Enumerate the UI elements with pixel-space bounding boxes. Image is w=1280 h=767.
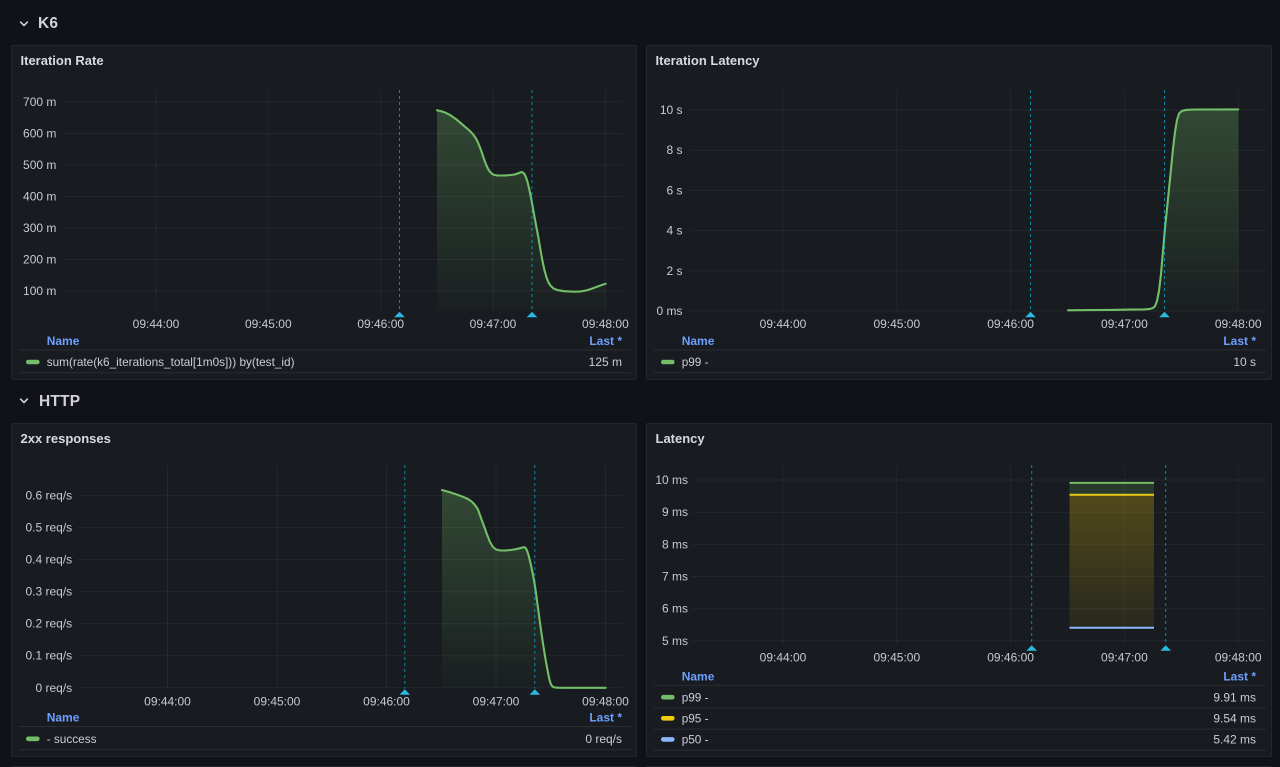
svg-text:09:44:00: 09:44:00 <box>760 651 807 665</box>
svg-text:- success: - success <box>47 732 97 746</box>
svg-text:Name: Name <box>47 711 80 725</box>
svg-text:Latency: Latency <box>656 431 706 446</box>
svg-text:300 m: 300 m <box>23 221 56 235</box>
svg-text:200 m: 200 m <box>23 253 56 267</box>
svg-text:p99 -: p99 - <box>682 690 709 704</box>
svg-text:Iteration Rate: Iteration Rate <box>21 53 104 68</box>
svg-text:09:44:00: 09:44:00 <box>760 317 807 331</box>
svg-text:8 ms: 8 ms <box>662 537 688 551</box>
svg-text:09:44:00: 09:44:00 <box>144 695 191 709</box>
svg-text:125 m: 125 m <box>589 355 622 369</box>
svg-text:09:47:00: 09:47:00 <box>473 695 520 709</box>
svg-text:09:48:00: 09:48:00 <box>582 695 629 709</box>
svg-text:09:48:00: 09:48:00 <box>1215 651 1262 665</box>
svg-text:0.6 req/s: 0.6 req/s <box>25 488 72 502</box>
svg-text:09:47:00: 09:47:00 <box>1101 651 1148 665</box>
svg-text:0 req/s: 0 req/s <box>36 681 73 695</box>
svg-text:Iteration Latency: Iteration Latency <box>656 53 761 68</box>
svg-text:09:46:00: 09:46:00 <box>987 651 1034 665</box>
svg-text:09:45:00: 09:45:00 <box>254 695 301 709</box>
svg-text:p95 -: p95 - <box>682 712 709 726</box>
svg-text:09:44:00: 09:44:00 <box>133 317 180 331</box>
svg-text:10 ms: 10 ms <box>655 473 688 487</box>
svg-text:09:46:00: 09:46:00 <box>987 317 1034 331</box>
svg-text:Name: Name <box>682 669 715 683</box>
svg-text:9.91 ms: 9.91 ms <box>1213 690 1256 704</box>
svg-text:5.42 ms: 5.42 ms <box>1213 733 1256 747</box>
svg-text:4 s: 4 s <box>666 224 682 238</box>
svg-text:Name: Name <box>682 334 715 348</box>
svg-text:700 m: 700 m <box>23 95 56 109</box>
svg-text:0.1 req/s: 0.1 req/s <box>25 649 72 663</box>
svg-text:10 s: 10 s <box>660 103 683 117</box>
svg-text:09:46:00: 09:46:00 <box>357 317 404 331</box>
svg-text:Last *: Last * <box>589 334 622 348</box>
svg-text:Name: Name <box>47 334 80 348</box>
svg-text:0 ms: 0 ms <box>656 304 682 318</box>
svg-text:100 m: 100 m <box>23 284 56 298</box>
svg-text:09:46:00: 09:46:00 <box>363 695 410 709</box>
svg-text:0.4 req/s: 0.4 req/s <box>25 553 72 567</box>
svg-text:7 ms: 7 ms <box>662 570 688 584</box>
svg-text:Last *: Last * <box>1223 334 1256 348</box>
svg-text:09:48:00: 09:48:00 <box>1215 317 1262 331</box>
svg-text:09:47:00: 09:47:00 <box>470 317 517 331</box>
svg-text:500 m: 500 m <box>23 158 56 172</box>
svg-text:09:45:00: 09:45:00 <box>873 651 920 665</box>
svg-text:6 ms: 6 ms <box>662 602 688 616</box>
svg-text:6 s: 6 s <box>666 183 682 197</box>
svg-text:2xx responses: 2xx responses <box>21 431 111 446</box>
svg-text:0.3 req/s: 0.3 req/s <box>25 585 72 599</box>
svg-text:0 req/s: 0 req/s <box>585 732 622 746</box>
svg-text:10 s: 10 s <box>1233 355 1256 369</box>
svg-text:400 m: 400 m <box>23 190 56 204</box>
svg-text:p50 -: p50 - <box>682 733 709 747</box>
svg-text:Last *: Last * <box>589 711 622 725</box>
svg-text:09:47:00: 09:47:00 <box>1101 317 1148 331</box>
svg-text:8 s: 8 s <box>666 143 682 157</box>
svg-text:09:48:00: 09:48:00 <box>582 317 629 331</box>
svg-text:Last *: Last * <box>1223 669 1256 683</box>
svg-text:0.2 req/s: 0.2 req/s <box>25 617 72 631</box>
svg-text:5 ms: 5 ms <box>662 634 688 648</box>
svg-text:p99 -: p99 - <box>682 355 709 369</box>
svg-text:0.5 req/s: 0.5 req/s <box>25 521 72 535</box>
svg-text:9.54 ms: 9.54 ms <box>1213 712 1256 726</box>
svg-text:09:45:00: 09:45:00 <box>873 317 920 331</box>
svg-text:sum(rate(k6_iterations_total[1: sum(rate(k6_iterations_total[1m0s])) by(… <box>47 355 295 369</box>
svg-text:9 ms: 9 ms <box>662 505 688 519</box>
svg-text:09:45:00: 09:45:00 <box>245 317 292 331</box>
svg-text:600 m: 600 m <box>23 127 56 141</box>
svg-text:2 s: 2 s <box>666 264 682 278</box>
